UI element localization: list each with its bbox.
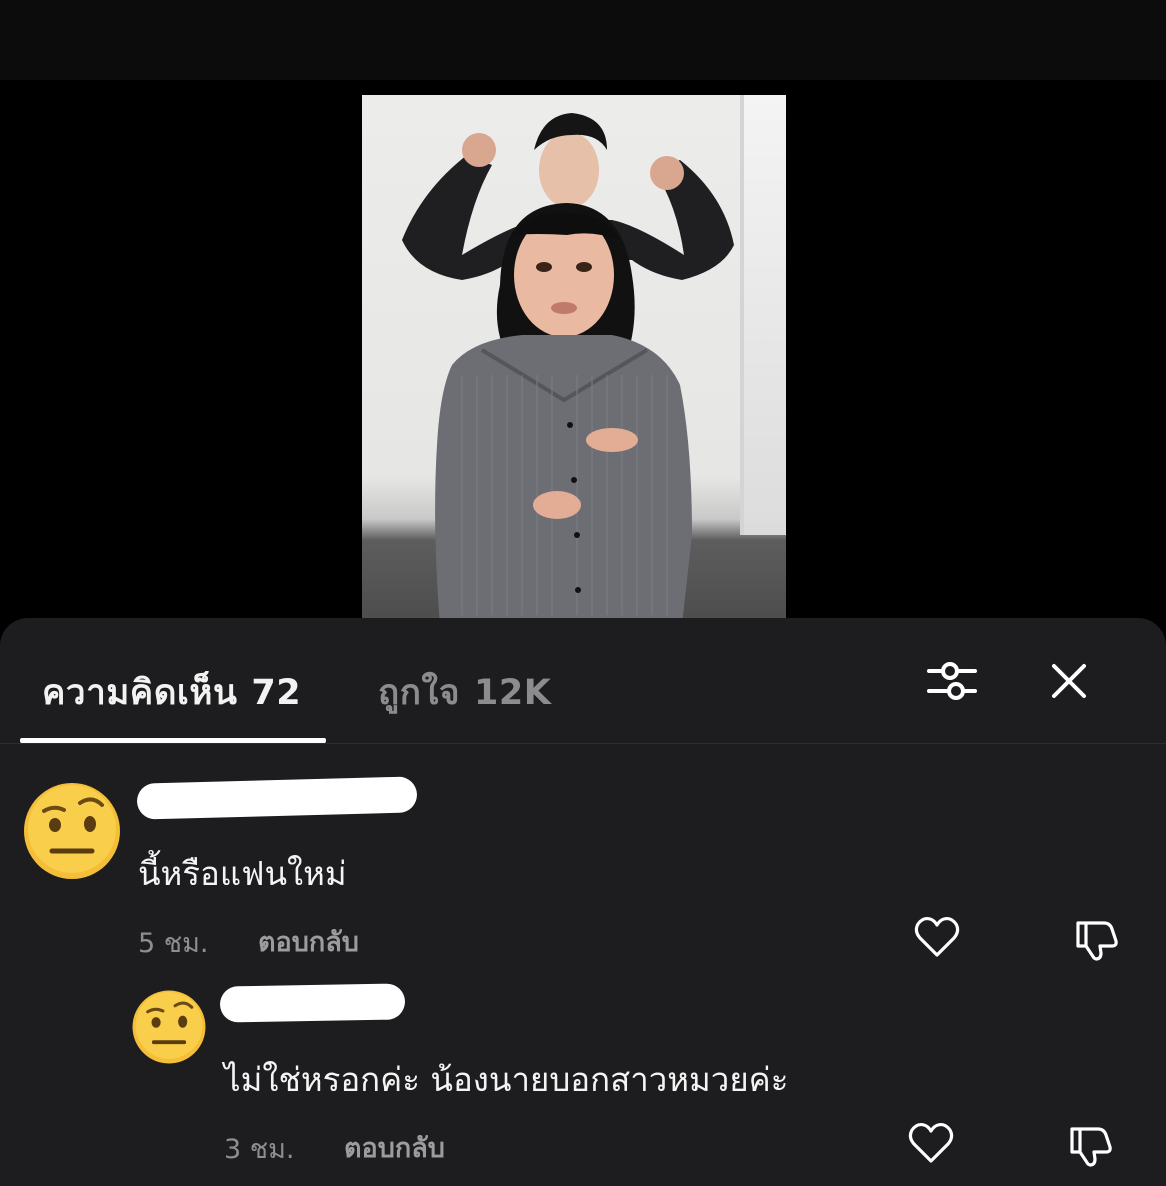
screen: ความคิดเห็น 72 ถูกใจ 12K นี้หรือแฟนใหม่ … (0, 0, 1166, 1186)
video-people-illustration (402, 113, 734, 625)
active-tab-indicator (20, 738, 326, 743)
tab-likes-label: ถูกใจ (378, 673, 460, 713)
dislike-button[interactable] (1064, 1119, 1114, 1169)
filter-button[interactable] (922, 651, 982, 711)
like-button[interactable] (906, 1119, 956, 1169)
comment-text: ไม่ใช่หรอกค่ะ น้องนายบอกสาวหมวยค่ะ (224, 1060, 789, 1099)
reply-button[interactable]: ตอบกลับ (258, 920, 359, 963)
reply-button[interactable]: ตอบกลับ (344, 1126, 445, 1169)
comment-time: 5 ชม. (138, 928, 209, 959)
heart-icon (914, 916, 960, 957)
heart-icon (908, 1122, 954, 1163)
comments-sheet: ความคิดเห็น 72 ถูกใจ 12K นี้หรือแฟนใหม่ … (0, 618, 1166, 1186)
status-bar-area (0, 0, 1166, 80)
comment-text: นี้หรือแฟนใหม่ (138, 854, 347, 893)
thumbs-down-icon (1076, 921, 1118, 961)
tab-comments-count: 72 (251, 673, 302, 713)
raised-eyebrow-emoji-icon (132, 990, 206, 1064)
tab-likes[interactable]: ถูกใจ 12K (378, 665, 551, 720)
avatar[interactable] (22, 781, 122, 881)
raised-eyebrow-emoji-icon (24, 783, 120, 879)
username-redacted (219, 983, 406, 1023)
comment-time: 3 ชม. (224, 1134, 295, 1165)
close-button[interactable] (1039, 651, 1099, 711)
sliders-icon (927, 662, 977, 700)
video-preview[interactable] (362, 95, 786, 625)
comments-tab-bar: ความคิดเห็น 72 ถูกใจ 12K (0, 618, 1166, 744)
username-redacted (136, 776, 418, 820)
like-button[interactable] (912, 913, 962, 963)
tab-comments-label: ความคิดเห็น (42, 673, 238, 713)
tab-comments[interactable]: ความคิดเห็น 72 (42, 665, 301, 720)
tab-likes-count: 12K (473, 673, 552, 713)
dislike-button[interactable] (1070, 913, 1120, 963)
thumbs-down-icon (1070, 1127, 1112, 1167)
close-icon (1052, 664, 1086, 698)
avatar[interactable] (131, 989, 207, 1065)
